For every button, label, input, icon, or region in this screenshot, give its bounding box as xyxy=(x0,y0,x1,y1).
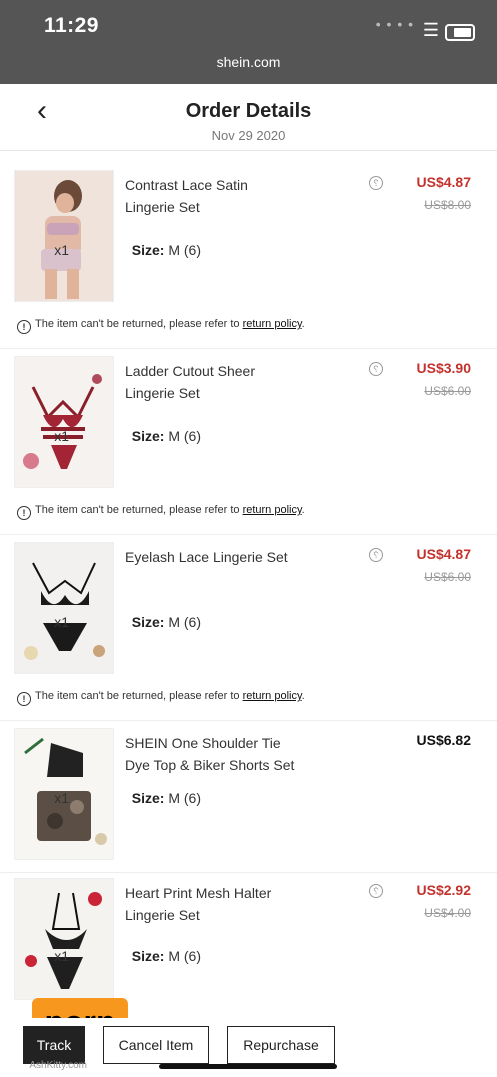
heart-print-lingerie-image xyxy=(15,879,113,999)
order-item: Contrast Lace Satin Lingerie Set US$4.87… xyxy=(0,154,497,350)
order-item: SHEIN One Shoulder Tie Dye Top & Biker S… xyxy=(0,712,497,873)
cancel-item-button[interactable]: Cancel Item xyxy=(103,1026,209,1064)
original-price: US$4.00 xyxy=(424,906,471,920)
order-item: Eyelash Lace Lingerie Set US$4.87 ? US$6… xyxy=(0,526,497,722)
red-lingerie-image xyxy=(15,357,113,487)
product-quantity: x1 xyxy=(54,614,69,630)
product-name[interactable]: Ladder Cutout Sheer Lingerie Set xyxy=(125,360,297,404)
product-size: Size: M (6) xyxy=(131,614,201,630)
product-price: US$2.92 xyxy=(416,882,471,898)
product-price: US$6.82 xyxy=(416,732,471,748)
page-title: Order Details xyxy=(185,100,312,122)
return-policy-link[interactable]: return policy xyxy=(243,504,302,516)
product-quantity: x1 xyxy=(54,790,69,806)
product-image[interactable] xyxy=(14,878,114,1000)
price-info-icon[interactable]: ? xyxy=(369,176,383,190)
product-price: US$4.87 xyxy=(416,174,471,190)
lingerie-model-image xyxy=(15,171,113,301)
product-quantity: x1 xyxy=(54,948,69,964)
home-indicator[interactable] xyxy=(159,1064,337,1069)
product-size: Size: M (6) xyxy=(131,790,201,806)
order-item: Heart Print Mesh Halter Lingerie Set US$… xyxy=(0,862,497,1012)
clock: 11:29 xyxy=(43,14,99,37)
order-item: Ladder Cutout Sheer Lingerie Set US$3.90… xyxy=(0,340,497,536)
info-icon: ! xyxy=(17,506,31,520)
product-image[interactable] xyxy=(14,170,114,302)
price-info-icon[interactable]: ? xyxy=(369,884,383,898)
battery-icon xyxy=(445,24,475,41)
cellular-icon: • • • • xyxy=(374,16,413,32)
wifi-icon: ☰ xyxy=(422,20,439,40)
info-icon: ! xyxy=(17,320,31,334)
product-size: Size: M (6) xyxy=(131,948,201,964)
original-price: US$6.00 xyxy=(424,384,471,398)
info-icon: ! xyxy=(17,692,31,706)
price-info-icon[interactable]: ? xyxy=(369,548,383,562)
product-name[interactable]: Heart Print Mesh Halter Lingerie Set xyxy=(125,882,297,926)
product-price: US$3.90 xyxy=(416,360,471,376)
original-price: US$8.00 xyxy=(424,198,471,212)
product-size: Size: M (6) xyxy=(131,428,201,444)
black-lace-lingerie-image xyxy=(15,543,113,673)
original-price: US$6.00 xyxy=(424,570,471,584)
return-policy-link[interactable]: return policy xyxy=(243,318,302,330)
product-name[interactable]: Eyelash Lace Lingerie Set xyxy=(125,546,297,568)
watermark-text: AshKitty.com xyxy=(29,1060,87,1071)
screen: ☰ • • • • 11:29 shein.com ‹ Order Detail… xyxy=(0,0,497,1077)
product-quantity: x1 xyxy=(54,242,69,258)
product-price: US$4.87 xyxy=(416,546,471,562)
page-header: ‹ Order Details Nov 29 2020 xyxy=(0,84,497,151)
product-image[interactable] xyxy=(14,356,114,488)
product-size: Size: M (6) xyxy=(131,242,201,258)
track-button[interactable]: Track xyxy=(23,1026,85,1064)
order-date: Nov 29 2020 xyxy=(211,128,286,143)
product-name[interactable]: Contrast Lace Satin Lingerie Set xyxy=(125,174,297,218)
product-quantity: x1 xyxy=(54,428,69,444)
status-bar: ☰ • • • • 11:29 shein.com xyxy=(0,0,497,84)
price-info-icon[interactable]: ? xyxy=(369,362,383,376)
return-policy-link[interactable]: return policy xyxy=(243,690,302,702)
repurchase-button[interactable]: Repurchase xyxy=(227,1026,335,1064)
product-image[interactable] xyxy=(14,542,114,674)
product-name[interactable]: SHEIN One Shoulder Tie Dye Top & Biker S… xyxy=(125,732,297,776)
url-bar[interactable]: shein.com xyxy=(0,54,497,70)
